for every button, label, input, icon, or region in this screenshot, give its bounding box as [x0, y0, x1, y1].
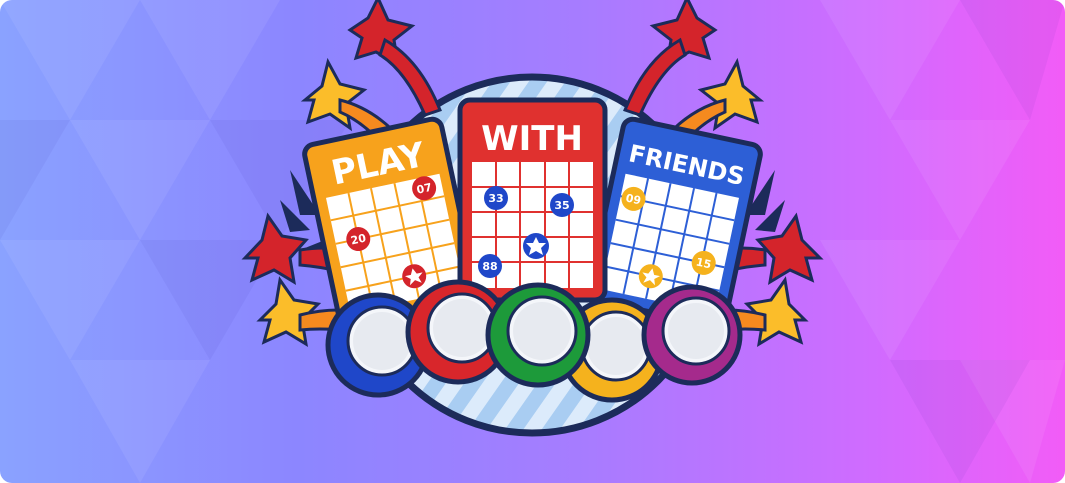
- promo-banner: PLAY 07 20 FRIENDS 09 15 WITH 33 35 88: [0, 0, 1065, 483]
- ball-green: [485, 282, 591, 388]
- bingo-balls: [325, 279, 743, 403]
- card-with-title: WITH: [481, 119, 583, 159]
- ball-number: 35: [554, 199, 569, 212]
- ball-purple: [641, 284, 743, 386]
- card-with: WITH 33 35 88: [457, 97, 608, 303]
- ball-number: 88: [482, 260, 497, 273]
- ball-number: 33: [488, 192, 503, 205]
- bingo-illustration: PLAY 07 20 FRIENDS 09 15 WITH 33 35 88: [241, 0, 824, 437]
